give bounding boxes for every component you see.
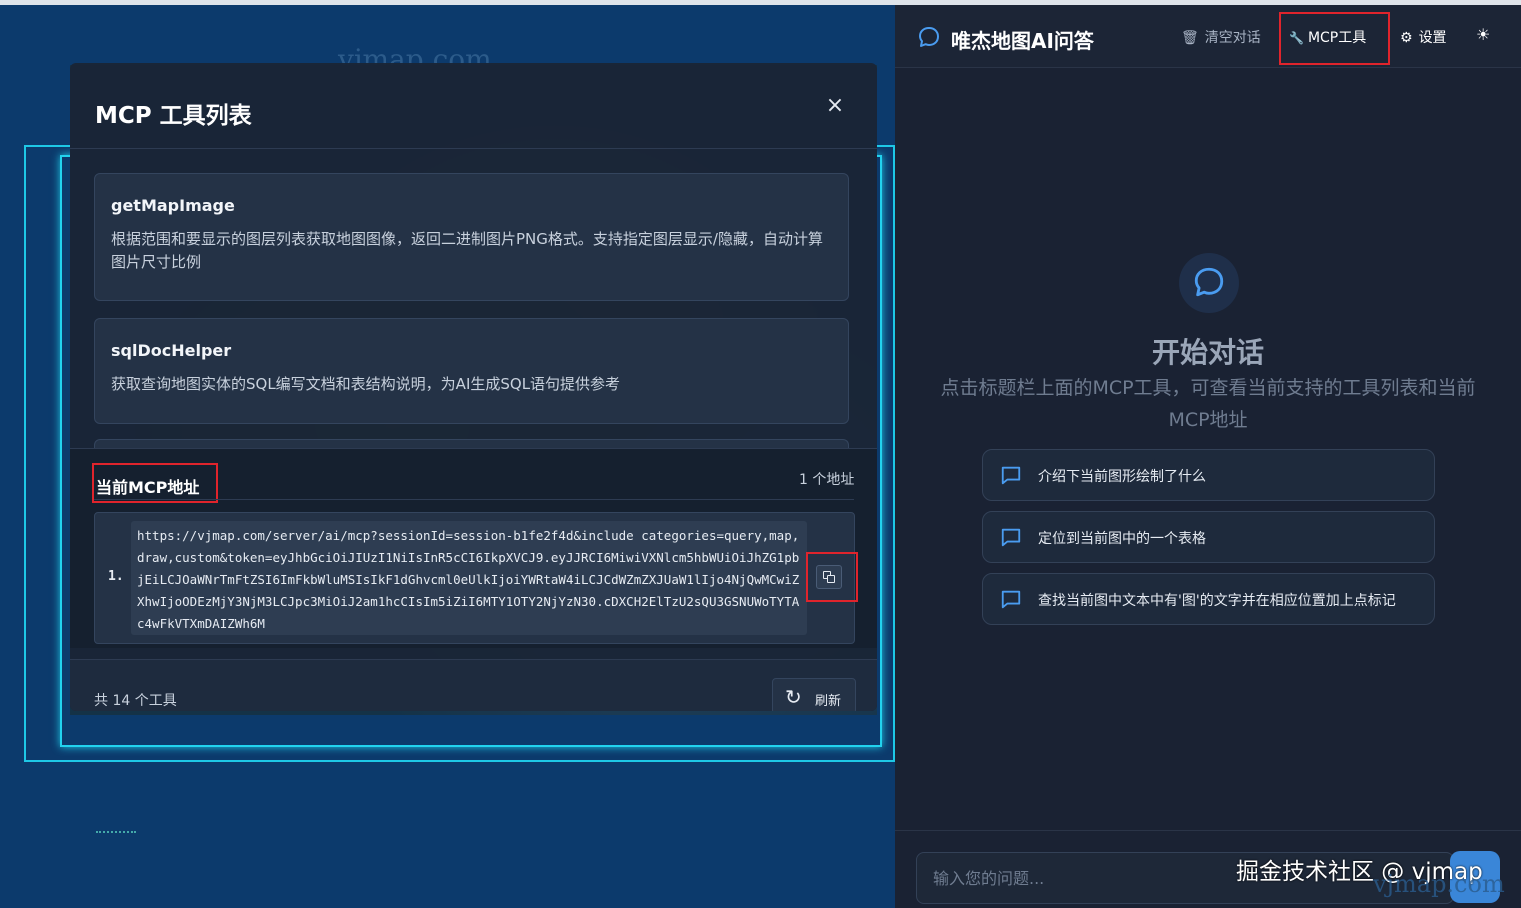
modal-header: MCP 工具列表 × [70,63,877,149]
mcp-tools-modal: MCP 工具列表 × getMapImage 根据范围和要显示的图层列表获取地图… [70,63,877,711]
tool-description: 根据范围和要显示的图层列表获取地图图像，返回二进制图片PNG格式。支持指定图层显… [111,230,823,271]
wrench-icon: 🔧 [1289,31,1304,45]
tool-card-getmapimage[interactable]: getMapImage 根据范围和要显示的图层列表获取地图图像，返回二进制图片P… [94,173,849,301]
address-section-title: 当前MCP地址 [92,463,218,503]
modal-footer: 共 14 个工具 ↻ 刷新 [70,659,877,711]
message-square-icon [1001,528,1021,547]
tool-name: sqlDocHelper [111,341,232,360]
refresh-label: 刷新 [815,694,842,709]
address-url[interactable]: https://vjmap.com/server/ai/mcp?sessionI… [131,521,807,635]
message-square-icon [1001,590,1021,609]
settings-label: 设置 [1418,30,1447,46]
mcp-tools-button[interactable]: 🔧 MCP工具 [1289,27,1366,47]
address-count: 1 个地址 [799,472,855,488]
chat-title: 唯杰地图AI问答 [951,29,1094,53]
clear-chat-button[interactable]: 🗑 清空对话 [1181,27,1261,47]
tool-description: 获取查询地图实体的SQL编写文档和表结构说明，为AI生成SQL语句提供参考 [111,375,621,393]
empty-state-title: 开始对话 [1151,336,1264,369]
map-scale-marker [96,831,136,834]
address-index: 1. [108,569,124,584]
chat-header: 唯杰地图AI问答 🗑 清空对话 🔧 MCP工具 ⚙ 设置 ☀ [895,5,1521,68]
address-item: 1. https://vjmap.com/server/ai/mcp?sessi… [94,512,855,644]
refresh-icon: ↻ [785,685,802,709]
mcp-address-section: 当前MCP地址 1 个地址 1. https://vjmap.com/serve… [70,448,877,648]
suggestion-button[interactable]: 查找当前图中文本中有'图'的文字并在相应位置加上点标记 [982,573,1435,625]
empty-state-icon-wrap [1179,253,1239,313]
tool-name: getMapImage [111,196,235,215]
trash-icon: 🗑 [1181,30,1199,46]
modal-title: MCP 工具列表 [95,103,252,129]
suggestion-label: 查找当前图中文本中有'图'的文字并在相应位置加上点标记 [1038,593,1396,609]
tool-count: 共 14 个工具 [94,693,177,709]
chat-bubble-icon [919,27,939,47]
copy-icon[interactable] [816,565,842,589]
clear-chat-label: 清空对话 [1204,30,1261,46]
close-icon[interactable]: × [822,93,848,119]
gear-icon: ⚙ [1400,30,1413,46]
chat-bubble-icon [1194,267,1224,297]
message-square-icon [1001,466,1021,485]
theme-toggle-icon[interactable]: ☀ [1476,25,1490,44]
divider [94,499,854,500]
settings-button[interactable]: ⚙ 设置 [1400,27,1447,47]
empty-state-description: 点击标题栏上面的MCP工具，可查看当前支持的工具列表和当前MCP地址 [940,377,1476,431]
suggestion-label: 介绍下当前图形绘制了什么 [1038,469,1206,485]
suggestion-label: 定位到当前图中的一个表格 [1038,531,1206,547]
refresh-button[interactable]: ↻ 刷新 [772,678,856,711]
mcp-tools-label: MCP工具 [1307,30,1367,46]
suggestion-button[interactable]: 介绍下当前图形绘制了什么 [982,449,1435,501]
vjmap-watermark: vjmap.com [1373,870,1505,898]
tool-card-sqldochelper[interactable]: sqlDocHelper 获取查询地图实体的SQL编写文档和表结构说明，为AI生… [94,318,849,424]
chat-panel: 唯杰地图AI问答 🗑 清空对话 🔧 MCP工具 ⚙ 设置 ☀ 开始对话 点击标题栏上面… [895,5,1521,908]
suggestion-button[interactable]: 定位到当前图中的一个表格 [982,511,1435,563]
